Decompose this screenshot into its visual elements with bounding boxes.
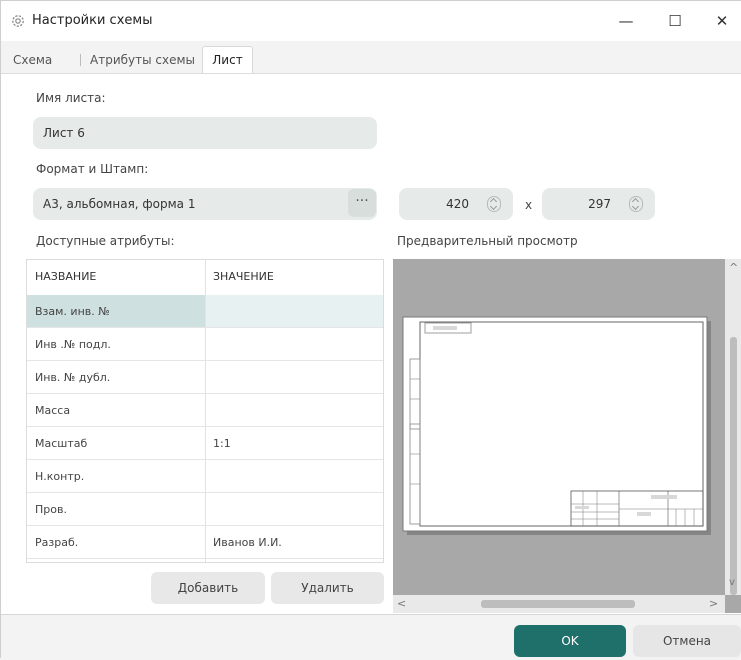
sheet-preview-image (402, 316, 711, 535)
ok-button[interactable]: OK (514, 625, 626, 657)
attributes-label: Доступные атрибуты: (36, 234, 175, 248)
attribute-name: Разраб. (35, 536, 79, 549)
gear-icon (12, 15, 24, 27)
attribute-name: Н.контр. (35, 470, 85, 483)
more-icon[interactable]: ··· (348, 189, 376, 217)
preview-vertical-scrollbar[interactable]: ^ v (725, 259, 741, 595)
preview-label: Предварительный просмотр (397, 234, 578, 248)
horizontal-scroll-thumb[interactable] (481, 600, 635, 608)
tab-sheet-label: Лист (212, 53, 243, 67)
attributes-table: НАЗВАНИЕ ЗНАЧЕНИЕ Взам. инв. № Инв .№ по… (26, 259, 384, 563)
attribute-name: Пров. (35, 503, 67, 516)
scroll-up-icon[interactable]: ^ (729, 261, 738, 274)
times-symbol: x (525, 198, 533, 212)
delete-attribute-button[interactable]: Удалить (271, 572, 384, 604)
title-bar: Настройки схемы — ☐ ✕ (1, 1, 741, 41)
column-value-header[interactable]: ЗНАЧЕНИЕ (213, 260, 274, 294)
preview-horizontal-scrollbar[interactable]: < > (393, 595, 725, 613)
attribute-name: Инв. № дубл. (35, 371, 111, 384)
tab-schema[interactable]: Схема (13, 48, 52, 72)
window-title: Настройки схемы (32, 13, 153, 28)
column-divider (205, 260, 206, 562)
close-button[interactable]: ✕ (701, 7, 741, 35)
format-label: Формат и Штамп: (36, 162, 149, 176)
attribute-name: Масса (35, 404, 71, 417)
maximize-icon: ☐ (668, 12, 682, 30)
column-name-header[interactable]: НАЗВАНИЕ (35, 260, 96, 294)
scroll-right-icon[interactable]: > (709, 597, 718, 610)
sheet-name-label: Имя листа: (36, 91, 106, 105)
height-value: 297 (588, 197, 611, 211)
attribute-value[interactable]: Иванов И.И. (213, 526, 282, 559)
maximize-button[interactable]: ☐ (654, 7, 696, 35)
scroll-left-icon[interactable]: < (397, 597, 406, 610)
tab-divider (80, 54, 81, 66)
format-value: А3, альбомная, форма 1 (43, 197, 196, 211)
cancel-button[interactable]: Отмена (633, 625, 741, 657)
preview-area[interactable]: ^ v < > (393, 259, 741, 613)
height-stepper[interactable]: 297 (542, 188, 655, 220)
attribute-name: Инв .№ подл. (35, 338, 111, 351)
format-select[interactable]: А3, альбомная, форма 1 ··· (33, 188, 377, 220)
add-attribute-button[interactable]: Добавить (151, 572, 265, 604)
vertical-scroll-thumb[interactable] (730, 337, 737, 595)
scroll-down-icon[interactable]: v (729, 577, 735, 588)
close-icon: ✕ (715, 12, 729, 30)
tab-strip: Схема Атрибуты схемы Лист (1, 41, 741, 74)
attribute-name: Взам. инв. № (35, 305, 110, 318)
attribute-value[interactable]: 1:1 (213, 427, 231, 460)
dialog-footer: OK Отмена (1, 614, 741, 660)
width-stepper[interactable]: 420 (399, 188, 513, 220)
tab-schema-attributes[interactable]: Атрибуты схемы (90, 48, 195, 72)
sheet-name-input[interactable]: Лист 6 (33, 117, 377, 149)
minimize-icon: — (618, 12, 634, 30)
dialog-window: Настройки схемы — ☐ ✕ Схема Атрибуты схе… (0, 0, 741, 660)
attribute-name: Масштаб (35, 437, 88, 450)
spin-icon[interactable] (487, 196, 501, 212)
sheet-name-value: Лист 6 (43, 126, 85, 140)
spin-icon[interactable] (629, 196, 643, 212)
width-value: 420 (446, 197, 469, 211)
tab-sheet[interactable]: Лист (202, 46, 253, 74)
minimize-button[interactable]: — (605, 7, 647, 35)
